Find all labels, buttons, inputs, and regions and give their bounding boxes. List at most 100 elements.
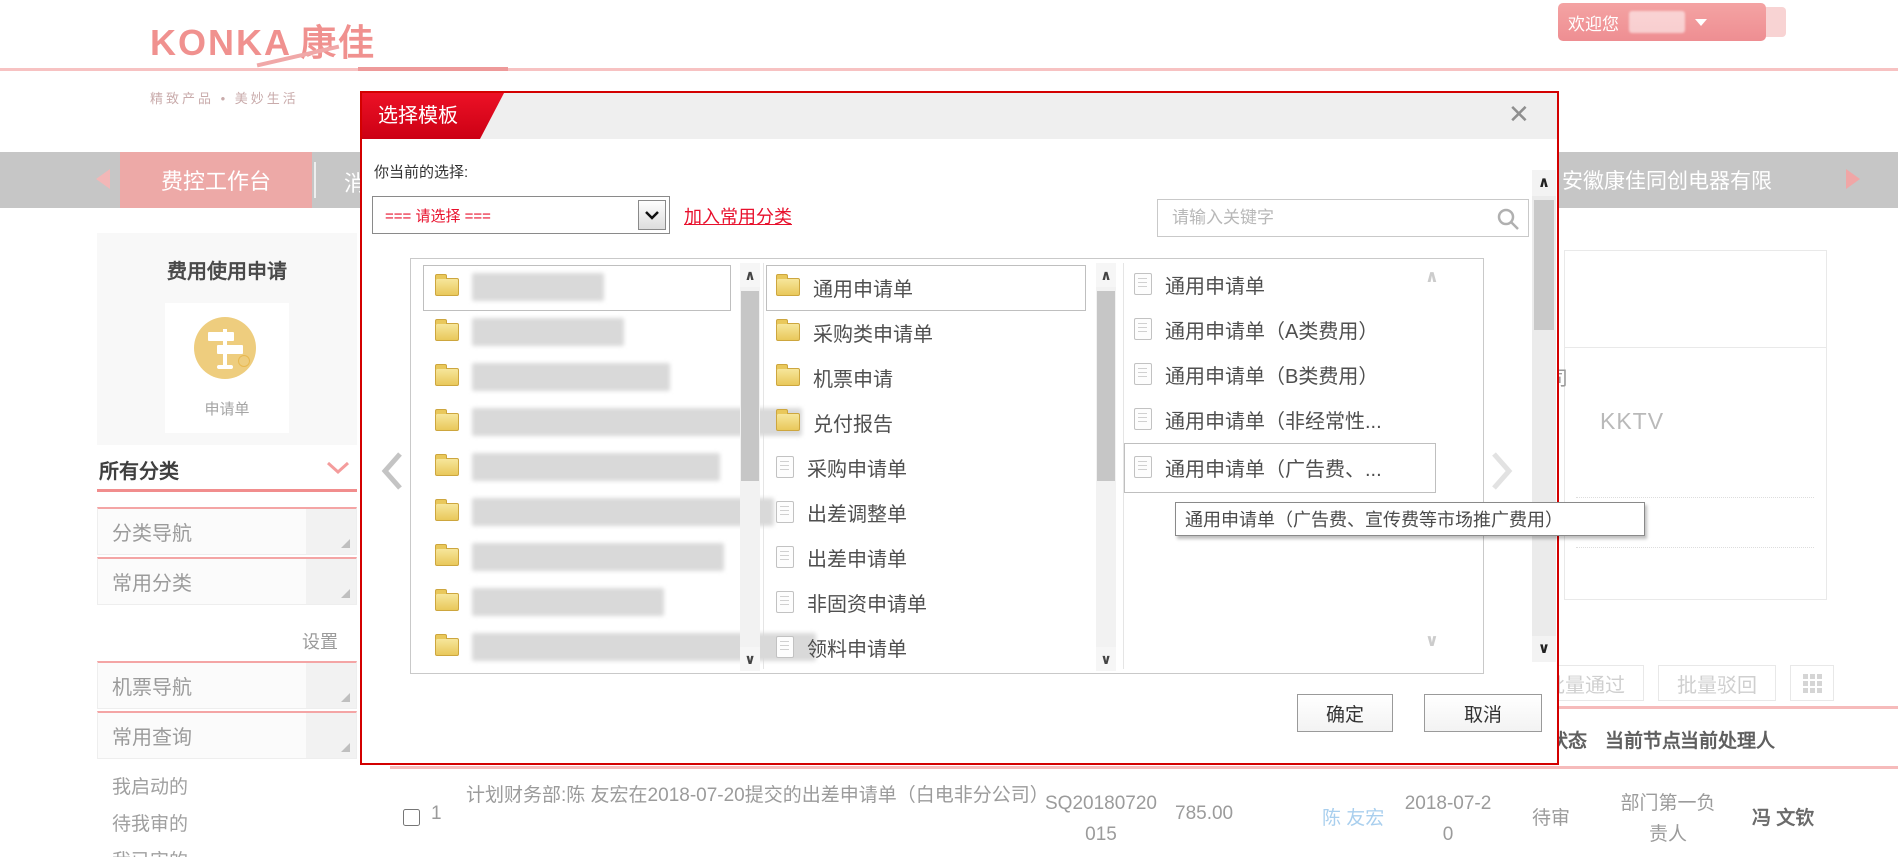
redacted-label: [472, 633, 816, 661]
modal-scrollbar[interactable]: ∧ ∨: [1532, 170, 1556, 662]
file-icon: [776, 591, 794, 613]
folder-icon: [776, 413, 800, 431]
list-item[interactable]: 通用申请单（A类费用）: [1134, 311, 1378, 347]
file-icon: [1134, 408, 1152, 430]
application-form-tile[interactable]: 申请单: [165, 303, 289, 433]
folder-item-redacted[interactable]: [435, 494, 774, 530]
column1-scrollbar[interactable]: ∧ ∨: [740, 263, 760, 671]
sidebar-item-flight-nav[interactable]: 机票导航: [97, 661, 357, 709]
sidebar-item-common-category[interactable]: 常用分类: [97, 557, 357, 605]
add-to-common-category-link[interactable]: 加入常用分类: [684, 203, 792, 229]
batch-reject-button[interactable]: 批量驳回: [1658, 665, 1776, 701]
row-submitter-link[interactable]: 陈 友宏: [1322, 803, 1384, 830]
folder-item-redacted[interactable]: [435, 314, 624, 350]
file-icon: [776, 636, 794, 658]
sidebar-item-category-nav[interactable]: 分类导航: [97, 507, 357, 555]
redacted-label: [472, 588, 664, 616]
scroll-down-icon[interactable]: ∨: [1532, 636, 1556, 662]
row-description: 计划财务部:陈 友宏在2018-07-20提交的出差申请单（白电非分公司）: [466, 780, 1044, 811]
item-label: 通用申请单（广告费、...: [1165, 453, 1382, 482]
chevron-down-icon[interactable]: [326, 461, 350, 480]
item-label: 领料申请单: [807, 633, 907, 662]
row-checkbox[interactable]: [403, 809, 420, 826]
item-label: 非固资申请单: [807, 588, 927, 617]
file-icon: [776, 501, 794, 523]
page-right-icon[interactable]: [1490, 451, 1514, 496]
column-separator: [763, 263, 764, 669]
scroll-up-icon[interactable]: ∧: [740, 263, 760, 287]
list-item[interactable]: 采购申请单: [776, 449, 907, 485]
info-panel-divider: [1564, 347, 1827, 348]
item-label: 兑付报告: [813, 408, 893, 437]
sidebar-link-my-started[interactable]: 我启动的: [112, 772, 188, 799]
select-arrow-icon: [638, 200, 666, 230]
sidebar-link-my-reviewed[interactable]: 我已审的: [112, 846, 188, 857]
folder-item-redacted[interactable]: [435, 584, 664, 620]
folder-item-redacted[interactable]: [435, 269, 604, 305]
search-icon[interactable]: [1496, 207, 1520, 231]
settings-link[interactable]: 设置: [302, 628, 338, 654]
header-divider-line: [0, 68, 1898, 71]
scroll-thumb[interactable]: [1534, 200, 1554, 330]
folder-icon: [776, 323, 800, 341]
list-item-selected[interactable]: 通用申请单（广告费、...: [1134, 449, 1382, 485]
list-item[interactable]: 领料申请单: [776, 629, 907, 665]
folder-icon: [435, 548, 459, 566]
item-label: 出差申请单: [807, 543, 907, 572]
list-item[interactable]: 通用申请单: [776, 269, 913, 305]
list-item[interactable]: 出差申请单: [776, 539, 907, 575]
list-item[interactable]: 出差调整单: [776, 494, 907, 530]
kktv-label: KKTV: [1600, 408, 1664, 435]
scroll-down-icon[interactable]: ∨: [1425, 631, 1439, 651]
tab-expense-workbench[interactable]: 费控工作台: [120, 152, 312, 208]
list-item[interactable]: 机票申请: [776, 359, 893, 395]
item-label: 通用申请单: [1165, 270, 1265, 299]
list-item[interactable]: 通用申请单（非经常性...: [1134, 401, 1382, 437]
item-label: 通用申请单（B类费用）: [1165, 360, 1378, 389]
item-label: 出差调整单: [807, 498, 907, 527]
item-label: 通用申请单（非经常性...: [1165, 405, 1382, 434]
grid-icon: [1803, 674, 1822, 693]
scroll-down-icon[interactable]: ∨: [740, 647, 760, 671]
close-icon[interactable]: ✕: [1508, 99, 1530, 130]
nav-scroll-left-icon[interactable]: [96, 169, 110, 189]
row-label: 分类导航: [98, 517, 306, 546]
scroll-thumb[interactable]: [1097, 291, 1115, 481]
row-label: 机票导航: [98, 671, 306, 700]
list-item[interactable]: 通用申请单（B类费用）: [1134, 356, 1378, 392]
file-icon: [1134, 273, 1152, 295]
grid-view-button[interactable]: [1790, 665, 1834, 701]
column2-scrollbar[interactable]: ∧ ∨: [1096, 263, 1116, 671]
scroll-down-icon[interactable]: ∨: [1096, 647, 1116, 671]
item-label: 采购申请单: [807, 453, 907, 482]
sidebar-item-common-query[interactable]: 常用查询: [97, 711, 357, 759]
keyword-search-input[interactable]: [1158, 200, 1494, 236]
scroll-up-icon[interactable]: ∧: [1096, 263, 1116, 287]
item-label: 通用申请单: [813, 273, 913, 302]
company-selector[interactable]: 安徽康佳同创电器有限: [1562, 152, 1862, 208]
scroll-up-icon[interactable]: ∧: [1425, 267, 1439, 287]
list-item[interactable]: 采购类申请单: [776, 314, 933, 350]
folder-item-redacted[interactable]: [435, 359, 670, 395]
cancel-button[interactable]: 取消: [1424, 694, 1542, 732]
chevron-down-icon: [1695, 19, 1707, 26]
scroll-up-icon[interactable]: ∧: [1532, 170, 1556, 196]
folder-item-redacted[interactable]: [435, 539, 724, 575]
confirm-button[interactable]: 确定: [1297, 694, 1393, 732]
folder-item-redacted[interactable]: [435, 449, 720, 485]
page-left-icon[interactable]: [380, 451, 404, 496]
user-menu[interactable]: 欢迎您: [1558, 3, 1766, 41]
sidebar-link-pending-my-review[interactable]: 待我审的: [112, 809, 188, 836]
scroll-thumb[interactable]: [741, 291, 759, 481]
keyword-search-box: [1157, 199, 1529, 237]
list-item[interactable]: 通用申请单: [1134, 266, 1265, 302]
list-item[interactable]: 兑付报告: [776, 404, 893, 440]
redacted-label: [472, 273, 604, 301]
nav-scroll-right-icon[interactable]: [1846, 169, 1860, 189]
all-categories-label: 所有分类: [99, 455, 179, 484]
template-category-select[interactable]: === 请选择 ===: [372, 196, 670, 234]
row-label: 常用查询: [98, 721, 306, 750]
dotted-separator: [1576, 497, 1814, 498]
list-item[interactable]: 非固资申请单: [776, 584, 927, 620]
header-current-handler: 当前处理人: [1680, 726, 1775, 753]
